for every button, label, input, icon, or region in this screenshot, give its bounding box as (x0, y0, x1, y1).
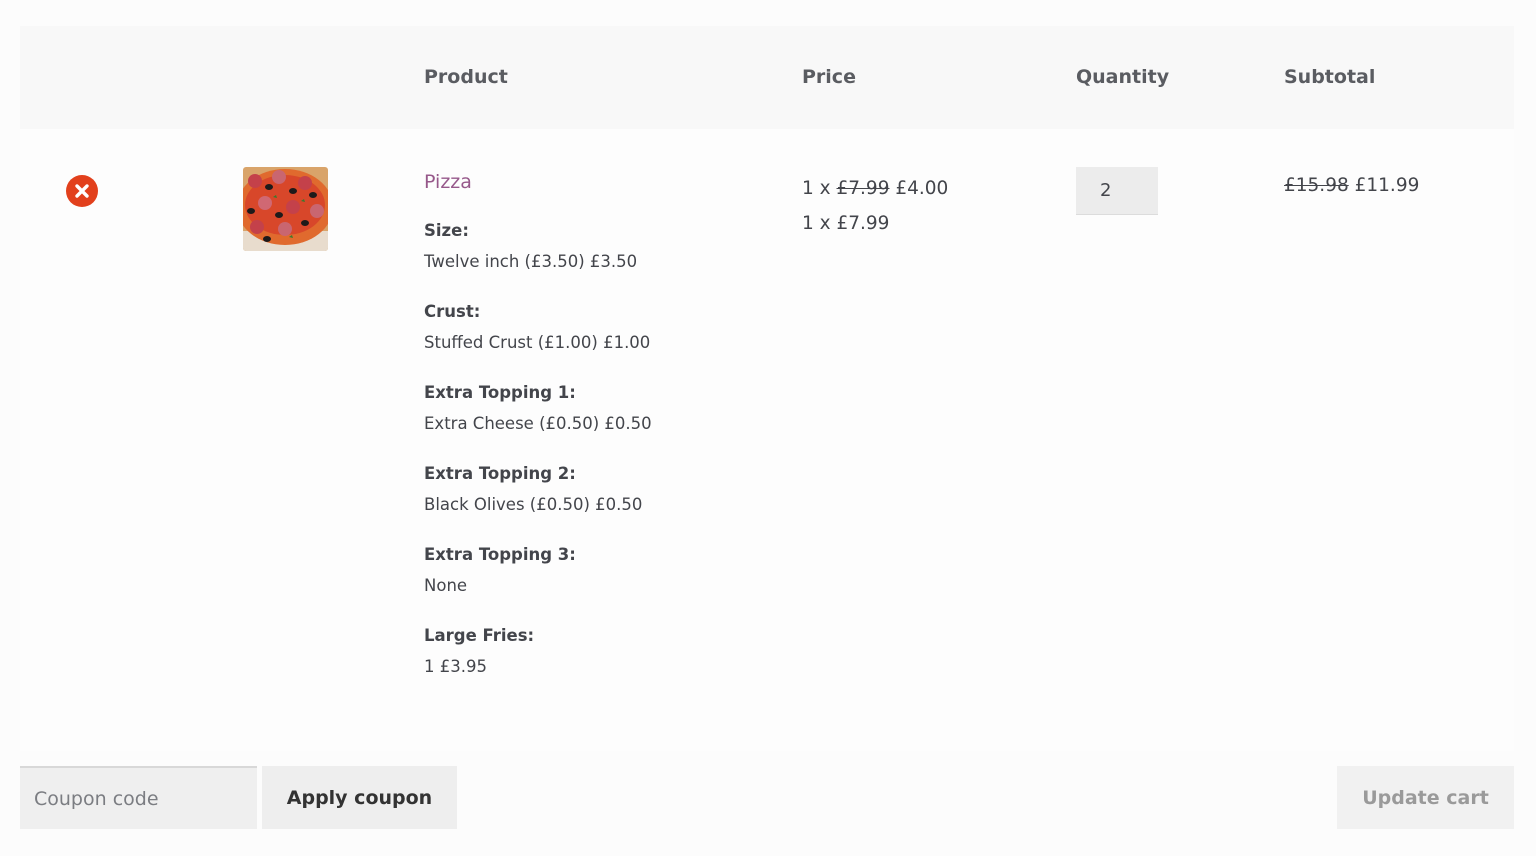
cart-actions: Apply coupon Update cart (20, 766, 1514, 830)
remove-item-icon[interactable] (66, 175, 98, 207)
cart-table: Product Price Quantity Subtotal Pizza Si… (20, 26, 1514, 751)
table-row: Pizza Size: Twelve inch (£3.50) £3.50 Cr… (20, 129, 1514, 751)
option-label: Extra Topping 3: (424, 545, 576, 564)
update-cart-button[interactable]: Update cart (1337, 766, 1514, 829)
option-value: Extra Cheese (£0.50) £0.50 (424, 414, 652, 433)
option-label: Size: (424, 221, 469, 240)
price-prefix: 1 x (802, 178, 831, 199)
option-label: Extra Topping 1: (424, 383, 576, 402)
option-label: Extra Topping 2: (424, 464, 576, 483)
subtotal-new: £11.99 (1354, 175, 1420, 196)
coupon-code-input[interactable] (20, 766, 257, 829)
product-name-link[interactable]: Pizza (424, 171, 784, 201)
option-label: Large Fries: (424, 626, 535, 645)
price-cell: 1 x £7.99 £4.00 1 x £7.99 (802, 171, 948, 241)
header-quantity: Quantity (1076, 66, 1170, 88)
subtotal-old: £15.98 (1284, 175, 1349, 196)
option-value: 1 £3.95 (424, 657, 487, 676)
option-value: Twelve inch (£3.50) £3.50 (424, 252, 638, 271)
price-line-1: 1 x £7.99 £4.00 (802, 171, 948, 206)
option-value: Stuffed Crust (£1.00) £1.00 (424, 333, 651, 352)
header-subtotal: Subtotal (1284, 66, 1376, 88)
subtotal-cell: £15.98 £11.99 (1284, 171, 1419, 201)
header-price: Price (802, 66, 856, 88)
header-product: Product (424, 66, 508, 88)
product-options: Size: Twelve inch (£3.50) £3.50 Crust: S… (424, 215, 784, 682)
option-value: None (424, 576, 468, 595)
apply-coupon-button[interactable]: Apply coupon (262, 766, 457, 829)
table-header: Product Price Quantity Subtotal (20, 26, 1514, 129)
quantity-input[interactable] (1076, 167, 1158, 215)
product-details: Pizza Size: Twelve inch (£3.50) £3.50 Cr… (424, 171, 784, 701)
price-old: £7.99 (836, 178, 890, 199)
option-label: Crust: (424, 302, 481, 321)
option-value: Black Olives (£0.50) £0.50 (424, 495, 643, 514)
cart-page: Product Price Quantity Subtotal Pizza Si… (0, 0, 1536, 856)
price-line-2: 1 x £7.99 (802, 213, 890, 234)
price-new: £4.00 (895, 178, 949, 199)
product-thumbnail[interactable] (243, 167, 328, 251)
